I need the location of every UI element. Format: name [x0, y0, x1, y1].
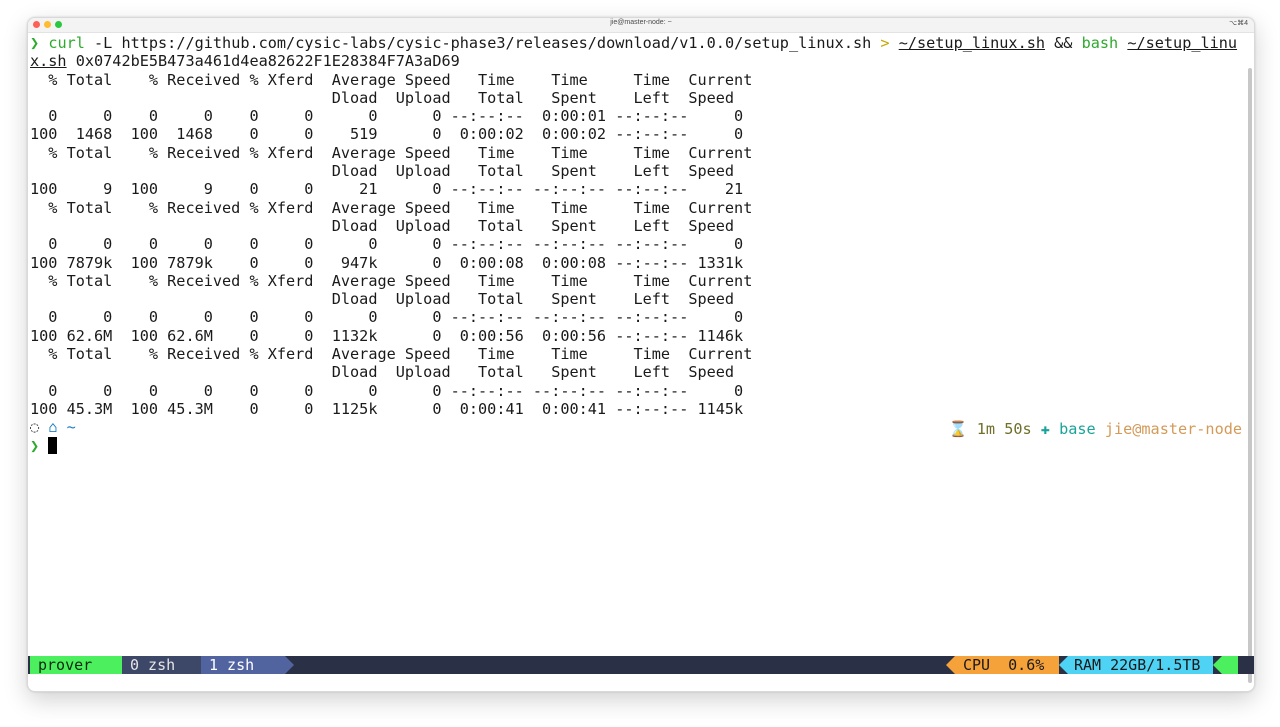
- input-prompt-arrow-icon: ❯: [30, 436, 40, 455]
- tmux-ram: RAM 22GB/1.5TB: [1068, 656, 1213, 674]
- output-line: Dload Upload Total Spent Left Speed: [30, 363, 735, 382]
- output-line: % Total % Received % Xferd Average Speed…: [30, 345, 753, 364]
- output-line: 100 1468 100 1468 0 0 519 0 0:00:02 0:00…: [30, 125, 744, 144]
- output-line: 100 45.3M 100 45.3M 0 0 1125k 0 0:00:41 …: [30, 399, 744, 418]
- text-cursor: [48, 436, 58, 454]
- output-line: 100 62.6M 100 62.6M 0 0 1132k 0 0:00:56 …: [30, 326, 744, 345]
- tmux-session[interactable]: prover: [30, 656, 122, 674]
- tmux-window-1[interactable]: 1 zsh: [201, 656, 285, 674]
- output-line: Dload Upload Total Spent Left Speed: [30, 290, 735, 309]
- output-line: Dload Upload Total Spent Left Speed: [30, 216, 735, 235]
- command-line-2: x.sh 0x0742bE5B473a461d4ea82622F1E28384F…: [30, 52, 1242, 70]
- tmux-separator-icon: [1213, 656, 1222, 674]
- tmux-end-cap: [1222, 656, 1238, 674]
- tmux-window-0[interactable]: 0 zsh: [122, 656, 202, 674]
- output-line: % Total % Received % Xferd Average Speed…: [30, 70, 753, 89]
- command-target-file: ~/setup_linux.sh: [898, 34, 1046, 52]
- command-redirect: >: [880, 34, 890, 52]
- conda-icon: ✚: [1040, 420, 1050, 438]
- output-line: 0 0 0 0 0 0 0 0 --:--:-- --:--:-- --:--:…: [30, 308, 744, 327]
- hourglass-icon: ⌛: [948, 420, 968, 438]
- tmux-separator-icon: [1059, 656, 1068, 674]
- command-script-path-wrap: x.sh: [30, 52, 67, 71]
- output-line: 100 9 100 9 0 0 21 0 --:--:-- --:--:-- -…: [30, 180, 744, 199]
- home-icon: ⌂: [48, 418, 58, 437]
- input-line[interactable]: ❯: [30, 436, 1242, 455]
- terminal-window: jie@master-node: ~ ⌥⌘4 ❯ curl -L https:/…: [27, 17, 1255, 692]
- output-line: % Total % Received % Xferd Average Speed…: [30, 271, 753, 290]
- terminal-output[interactable]: ❯ curl -L https://github.com/cysic-labs/…: [30, 34, 1242, 673]
- os-icon: ◌: [30, 418, 40, 437]
- output-line: 100 7879k 100 7879k 0 0 947k 0 0:00:08 0…: [30, 253, 744, 272]
- command-script-path: ~/setup_linu: [1127, 34, 1238, 52]
- window-shortcut: ⌥⌘4: [1229, 20, 1248, 27]
- prompt-arrow-icon: ❯: [30, 34, 40, 52]
- right-prompt: ⌛ 1m 50s ✚ base jie@master-node: [949, 420, 1242, 438]
- scrollbar[interactable]: [1248, 68, 1252, 683]
- conda-env: base: [1059, 420, 1096, 438]
- command-bash: bash: [1081, 34, 1119, 52]
- output-line: 0 0 0 0 0 0 0 0 --:--:-- 0:00:01 --:--:-…: [30, 107, 744, 126]
- tmux-status-bar: prover 0 zsh 1 zsh CPU 0.6% RAM 22GB/1.5…: [28, 656, 1254, 674]
- command-curl: curl: [48, 34, 85, 52]
- command-line-1: ❯ curl -L https://github.com/cysic-labs/…: [30, 34, 1242, 52]
- title-bar: jie@master-node: ~ ⌥⌘4: [28, 18, 1254, 33]
- command-args: -L https://github.com/cysic-labs/cysic-p…: [84, 34, 881, 52]
- output-line: % Total % Received % Xferd Average Speed…: [30, 198, 753, 217]
- tmux-separator-icon: [285, 656, 294, 674]
- output-line: Dload Upload Total Spent Left Speed: [30, 88, 735, 107]
- output-line: % Total % Received % Xferd Average Speed…: [30, 143, 753, 162]
- cwd-label: ~: [66, 418, 76, 437]
- tmux-separator-icon: [946, 656, 955, 674]
- command-duration: 1m 50s: [976, 420, 1032, 438]
- command-and: &&: [1045, 34, 1082, 52]
- output-line: Dload Upload Total Spent Left Speed: [30, 162, 735, 181]
- window-title: jie@master-node: ~: [610, 19, 672, 26]
- output-line: 0 0 0 0 0 0 0 0 --:--:-- --:--:-- --:--:…: [30, 235, 744, 254]
- command-address-arg: 0x0742bE5B473a461d4ea82622F1E28384F7A3aD…: [66, 52, 460, 71]
- output-line: 0 0 0 0 0 0 0 0 --:--:-- --:--:-- --:--:…: [30, 381, 744, 400]
- user-host: jie@master-node: [1104, 420, 1242, 438]
- tmux-cpu: CPU 0.6%: [955, 656, 1059, 674]
